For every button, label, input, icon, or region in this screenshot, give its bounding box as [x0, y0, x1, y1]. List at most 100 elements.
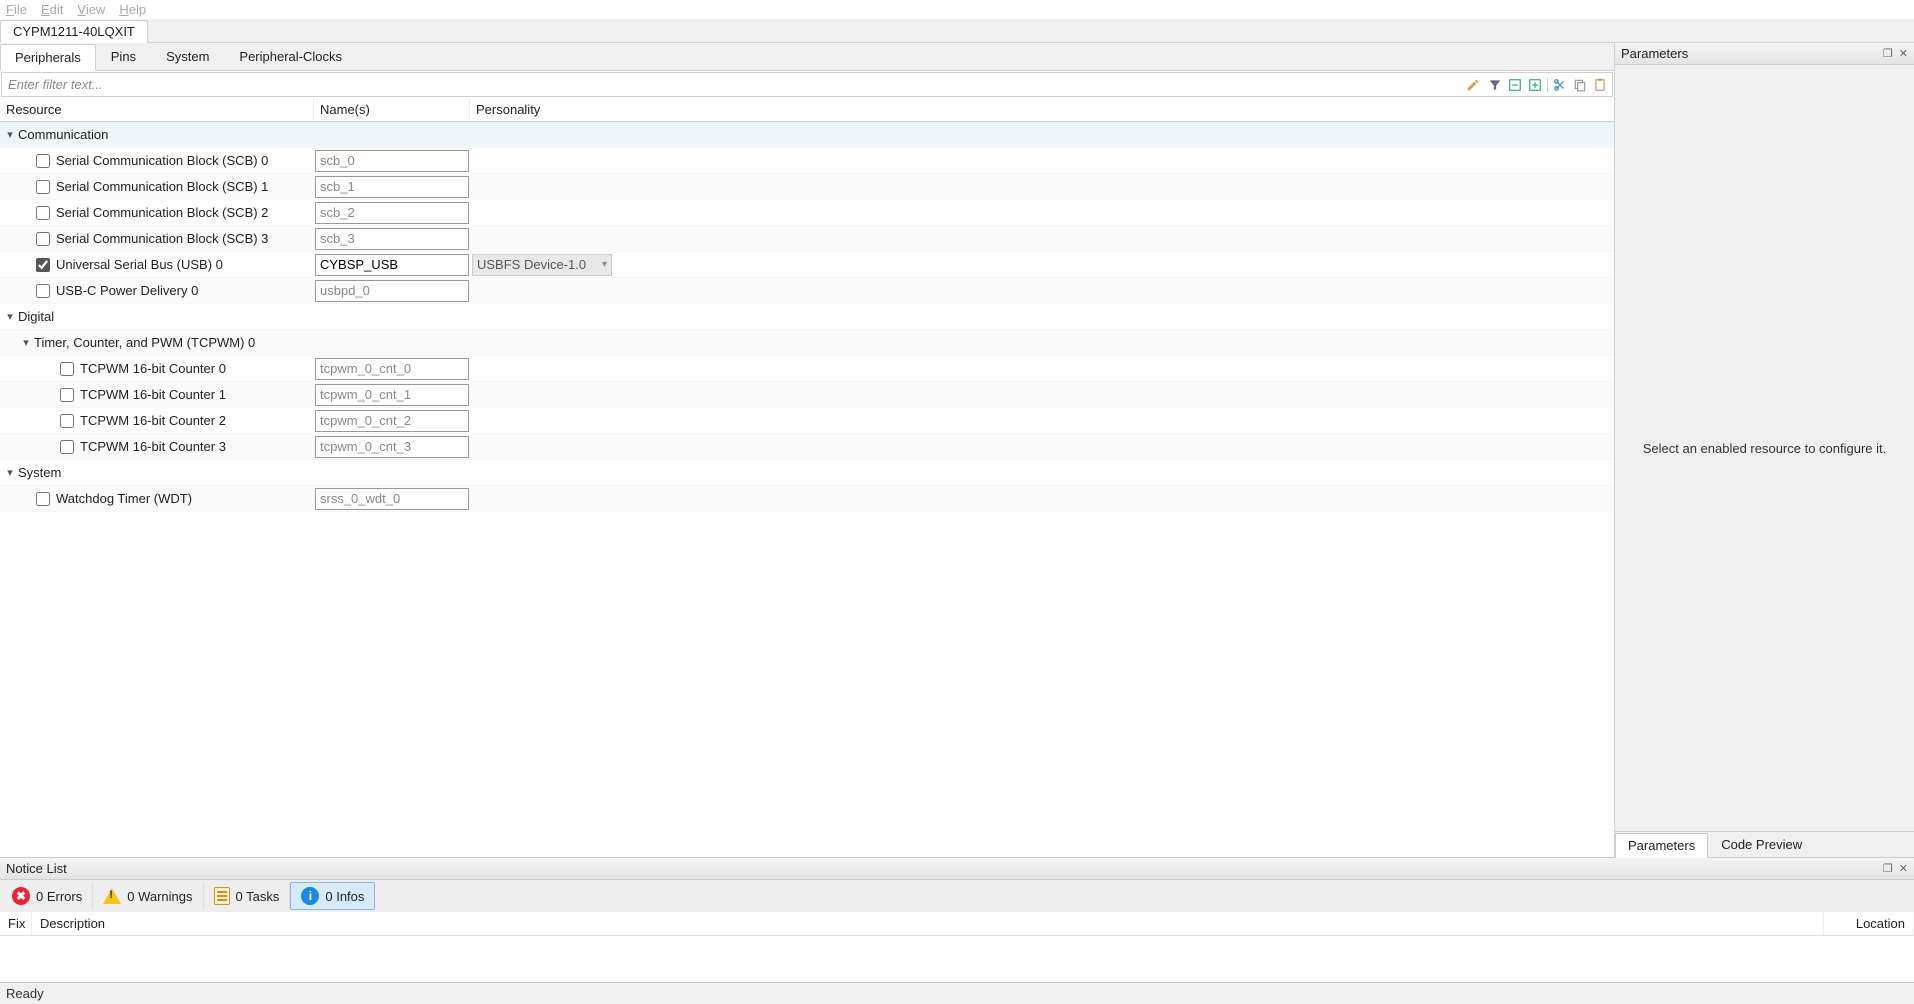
resource-label: TCPWM 16-bit Counter 0: [80, 361, 226, 376]
tab-system[interactable]: System: [151, 43, 224, 70]
enable-checkbox[interactable]: [36, 232, 50, 246]
name-field[interactable]: [315, 280, 469, 302]
paste-icon[interactable]: [1592, 77, 1608, 93]
notice-body: [0, 936, 1914, 982]
enable-checkbox[interactable]: [36, 180, 50, 194]
col-fix[interactable]: Fix: [0, 912, 32, 935]
enable-checkbox[interactable]: [36, 258, 50, 272]
name-field[interactable]: [315, 254, 469, 276]
name-field[interactable]: [315, 410, 469, 432]
filter-warnings[interactable]: 0 Warnings: [93, 882, 203, 910]
cut-icon[interactable]: [1552, 77, 1568, 93]
chevron-down-icon[interactable]: ▾: [20, 336, 32, 349]
menu-view[interactable]: View: [77, 2, 105, 17]
group-digital[interactable]: ▾Digital: [0, 304, 1614, 330]
name-field[interactable]: [315, 436, 469, 458]
undock-icon[interactable]: ❐: [1883, 862, 1893, 875]
chevron-down-icon[interactable]: ▾: [4, 466, 16, 479]
filter-label: 0 Infos: [325, 889, 364, 904]
group-label: Digital: [18, 309, 54, 324]
resource-label: Universal Serial Bus (USB) 0: [56, 257, 223, 272]
resource-tree[interactable]: ▾Communication Serial Communication Bloc…: [0, 122, 1614, 857]
device-tab[interactable]: CYPM1211-40LQXIT: [0, 20, 148, 43]
resource-label: Serial Communication Block (SCB) 3: [56, 231, 268, 246]
edit-icon[interactable]: [1463, 75, 1483, 95]
name-field[interactable]: [315, 202, 469, 224]
collapse-icon[interactable]: [1507, 77, 1523, 93]
menu-edit[interactable]: Edit: [41, 2, 63, 17]
name-field[interactable]: [315, 176, 469, 198]
enable-checkbox[interactable]: [36, 206, 50, 220]
table-row: Serial Communication Block (SCB) 1: [0, 174, 1614, 200]
filter-input[interactable]: [2, 73, 1463, 96]
chevron-down-icon[interactable]: ▾: [4, 128, 16, 141]
chevron-down-icon[interactable]: ▾: [4, 310, 16, 323]
filter-label: 0 Warnings: [127, 889, 192, 904]
menu-help[interactable]: Help: [119, 2, 146, 17]
group-label: Communication: [18, 127, 108, 142]
tab-pins[interactable]: Pins: [96, 43, 151, 70]
copy-icon[interactable]: [1572, 77, 1588, 93]
table-row: Watchdog Timer (WDT): [0, 486, 1614, 512]
filter-errors[interactable]: ✖ 0 Errors: [2, 882, 93, 910]
filter-infos[interactable]: i 0 Infos: [290, 882, 375, 910]
parameters-panel: Parameters ❐ ✕ Select an enabled resourc…: [1614, 43, 1914, 857]
filter-row: [1, 72, 1613, 97]
notice-list: Notice List ❐ ✕ ✖ 0 Errors 0 Warnings 0 …: [0, 857, 1914, 982]
name-field[interactable]: [315, 228, 469, 250]
tab-peripheral-clocks[interactable]: Peripheral-Clocks: [224, 43, 357, 70]
close-icon[interactable]: ✕: [1899, 862, 1908, 875]
filter-tasks[interactable]: 0 Tasks: [204, 882, 291, 910]
name-field[interactable]: [315, 358, 469, 380]
enable-checkbox[interactable]: [60, 414, 74, 428]
tab-peripherals[interactable]: Peripherals: [0, 44, 96, 71]
col-personality[interactable]: Personality: [470, 98, 1614, 121]
table-row: TCPWM 16-bit Counter 0: [0, 356, 1614, 382]
expand-icon[interactable]: [1527, 77, 1543, 93]
enable-checkbox[interactable]: [36, 284, 50, 298]
resource-label: Serial Communication Block (SCB) 0: [56, 153, 268, 168]
table-row: USB-C Power Delivery 0: [0, 278, 1614, 304]
col-description[interactable]: Description: [32, 912, 1824, 935]
enable-checkbox[interactable]: [60, 440, 74, 454]
table-row: TCPWM 16-bit Counter 2: [0, 408, 1614, 434]
table-row: Serial Communication Block (SCB) 0: [0, 148, 1614, 174]
resource-label: Serial Communication Block (SCB) 2: [56, 205, 268, 220]
close-icon[interactable]: ✕: [1899, 47, 1908, 60]
column-header: Resource Name(s) Personality: [0, 98, 1614, 122]
enable-checkbox[interactable]: [36, 154, 50, 168]
task-icon: [214, 887, 230, 905]
table-row: Serial Communication Block (SCB) 3: [0, 226, 1614, 252]
tab-parameters[interactable]: Parameters: [1615, 833, 1708, 858]
resource-label: TCPWM 16-bit Counter 1: [80, 387, 226, 402]
enable-checkbox[interactable]: [60, 362, 74, 376]
name-field[interactable]: [315, 488, 469, 510]
resource-label: TCPWM 16-bit Counter 3: [80, 439, 226, 454]
group-communication[interactable]: ▾Communication: [0, 122, 1614, 148]
group-label: System: [18, 465, 61, 480]
enable-checkbox[interactable]: [36, 492, 50, 506]
personality-select[interactable]: USBFS Device-1.0▾: [472, 254, 612, 276]
device-tabbar: CYPM1211-40LQXIT: [0, 19, 1914, 43]
name-field[interactable]: [315, 150, 469, 172]
info-icon: i: [301, 887, 319, 905]
table-row: Universal Serial Bus (USB) 0 USBFS Devic…: [0, 252, 1614, 278]
menu-file[interactable]: File: [6, 2, 27, 17]
filter-icon[interactable]: [1487, 77, 1503, 93]
subgroup-tcpwm[interactable]: ▾Timer, Counter, and PWM (TCPWM) 0: [0, 330, 1614, 356]
resource-label: USB-C Power Delivery 0: [56, 283, 198, 298]
filter-label: 0 Errors: [36, 889, 82, 904]
col-names[interactable]: Name(s): [314, 98, 470, 121]
resource-label: Watchdog Timer (WDT): [56, 491, 192, 506]
enable-checkbox[interactable]: [60, 388, 74, 402]
filter-label: 0 Tasks: [236, 889, 280, 904]
name-field[interactable]: [315, 384, 469, 406]
placeholder-text: Select an enabled resource to configure …: [1643, 441, 1887, 456]
undock-icon[interactable]: ❐: [1883, 47, 1893, 60]
tab-code-preview[interactable]: Code Preview: [1708, 832, 1815, 857]
table-row: TCPWM 16-bit Counter 1: [0, 382, 1614, 408]
subgroup-label: Timer, Counter, and PWM (TCPWM) 0: [34, 335, 255, 350]
col-resource[interactable]: Resource: [0, 98, 314, 121]
group-system[interactable]: ▾System: [0, 460, 1614, 486]
col-location[interactable]: Location: [1824, 912, 1914, 935]
